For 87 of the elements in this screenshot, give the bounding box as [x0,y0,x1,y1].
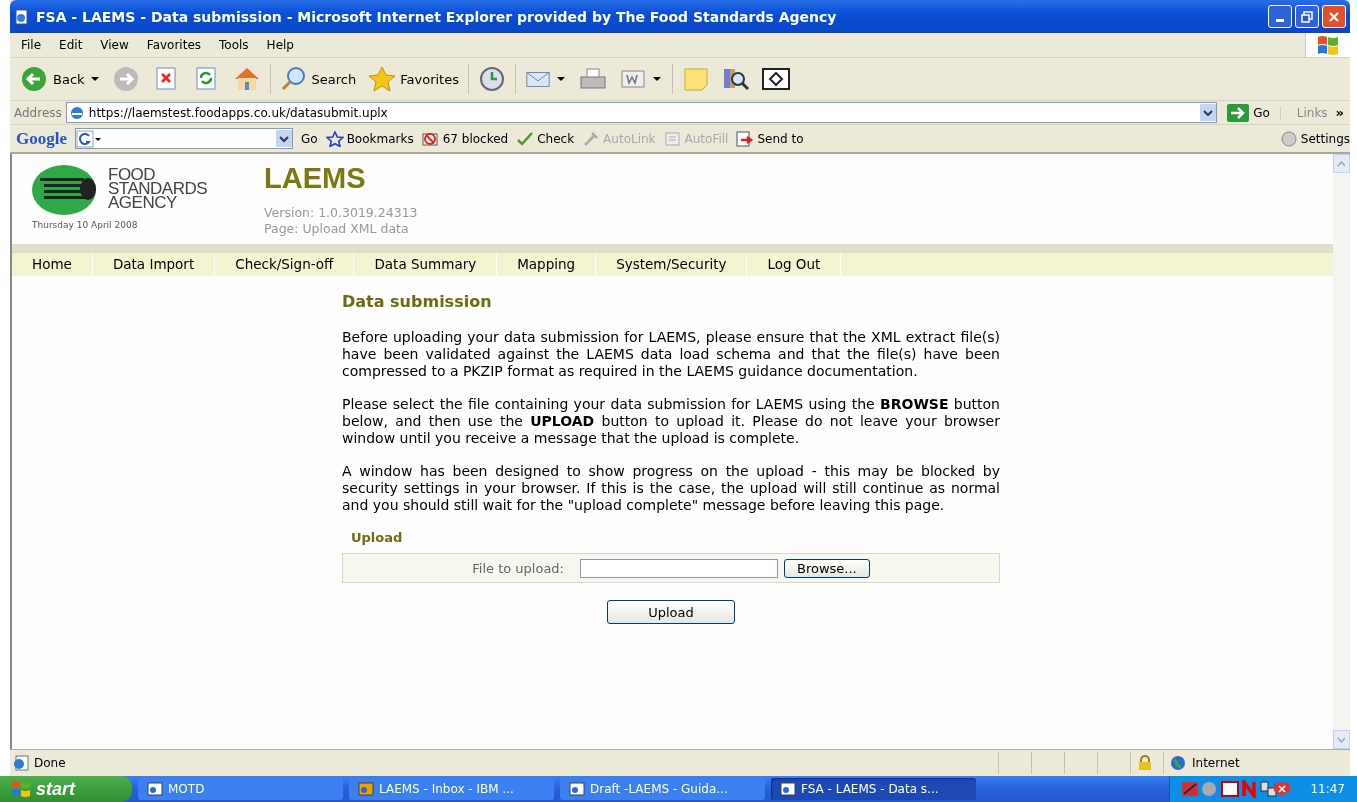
form-icon [663,130,682,147]
nav-link[interactable]: Data Summary [354,253,498,276]
favorites-button[interactable]: Favorites [365,64,462,94]
minimize-button[interactable] [1268,5,1292,28]
globe-icon [1170,755,1186,771]
star-icon [368,66,397,92]
instruction-paragraph: Before uploading your data submission for LAEMS, please ensure that the XML extract file(s) have been validated against the LAEMS data load schema and that the file(s) have been compressed to a PKZIP format as required in the LAEMS guidance documentation. [342,329,1000,380]
page-label: Page: Upload XML data [264,221,410,237]
app-icon [779,781,797,797]
app-title: LAEMS [264,162,367,195]
section-heading: Data submission [342,292,493,311]
globe-page-icon [68,104,85,121]
menu-item[interactable]: Help [257,38,303,52]
back-button[interactable]: Back [18,64,104,94]
check-button[interactable]: Check [516,130,575,147]
close-button[interactable] [1322,5,1346,28]
upload-heading: Upload [351,530,404,545]
address-label: Address [14,105,62,120]
menu-item[interactable]: Edit [50,38,92,52]
chevron-down-icon [1203,108,1214,117]
nav-link[interactable]: Mapping [497,253,597,276]
checkmark-icon [516,130,535,147]
taskbar-button[interactable]: MOTD [138,778,343,800]
dropdown-button[interactable] [1200,104,1217,121]
version-text: Version: 1.0.3019.24313 [264,205,418,221]
instruction-paragraph: A window has been designed to show progress on the upload - this may be blocked by security settings in your browser. If this is the case, the upload will still continue as normal and you should still wait for the "upload complete" message before leaving this page. [342,463,1000,514]
send-arrow-icon [736,130,755,147]
menu-item[interactable]: Tools [210,38,258,52]
clock-icon [477,66,506,92]
address-field[interactable]: https://laemstest.foodapps.co.uk/datasubmit.uplx [65,102,1218,123]
windows-flag-icon [10,779,32,799]
agency-logo: FOOD STANDARDS AGENCY [32,164,264,216]
windows-flag-icon [1316,34,1340,56]
minimize-icon [1276,19,1284,22]
browse-button[interactable]: Browse... [784,558,870,578]
restore-icon [1301,10,1313,23]
close-icon [1328,10,1340,23]
taskbar-button[interactable]: FSA - LAEMS - Data s... [771,778,976,800]
dropdown-button[interactable] [276,130,292,147]
search-button[interactable]: Search [276,64,360,94]
circle-icon [1279,130,1298,147]
nav-link[interactable]: Log Out [747,253,842,276]
taskbar-button[interactable]: LAEMS - Inbox - IBM ... [349,778,554,800]
restore-button[interactable] [1295,5,1319,28]
blocked-popup-icon [421,130,440,147]
nav-link[interactable]: Home [12,253,93,276]
chevron-up-icon [1337,160,1346,167]
date-text: Thursday 10 April 2008 [32,220,139,230]
links-more-icon[interactable]: » [1335,105,1350,120]
menu-item[interactable]: View [91,38,138,52]
chevron-down-icon [279,134,289,143]
google-menu-icon [76,129,102,148]
clock: 11:47 [1310,782,1345,796]
go-button[interactable]: Go [301,131,318,146]
sendto-button[interactable]: Send to [736,130,804,147]
app-icon [146,781,164,797]
padlock-icon [1137,755,1153,771]
window-title: FSA - LAEMS - Data submission - Microsoft Internet Explorer provided by The Food Standards Agency [36,8,837,25]
star-icon [325,130,344,147]
zone-text: Internet [1192,756,1240,770]
nav-link[interactable]: Check/Sign-off [215,253,355,276]
status-text: Done [34,756,66,770]
go-button[interactable]: Go [1221,103,1276,122]
menu-item[interactable]: Favorites [137,38,211,52]
note-icon [681,66,710,92]
file-input[interactable] [580,558,778,578]
menu-item[interactable]: File [12,38,51,52]
blocked-button[interactable]: 67 blocked [421,130,509,147]
settings-button[interactable]: Settings [1279,130,1350,147]
google-search-field[interactable] [75,128,293,149]
taskbar-button[interactable]: Draft -LAEMS - Guida... [560,778,765,800]
app-icon [357,781,375,797]
nav-link[interactable]: Data Import [92,253,216,276]
chevron-down-icon [1337,736,1346,743]
google-logo: Google [16,128,67,149]
printer-icon [578,66,607,92]
page-icon [12,755,30,771]
document-icon [14,8,30,25]
search-icon [279,66,308,92]
magnifier-book-icon [721,66,750,92]
nav-link[interactable]: System/Security [596,253,748,276]
instruction-paragraph: Please select the file containing your data submission for LAEMS using the BROWSE button below, and then use the UPLOAD button to upload it. Please do not leave your browser window until you receive a message that the upload is complete. [342,396,1000,447]
app-icon [568,781,586,797]
bookmarks-button[interactable]: Bookmarks [325,130,414,147]
diamond-window-icon [761,66,790,92]
upload-button[interactable]: Upload [607,600,735,624]
file-label: File to upload: [472,560,564,576]
